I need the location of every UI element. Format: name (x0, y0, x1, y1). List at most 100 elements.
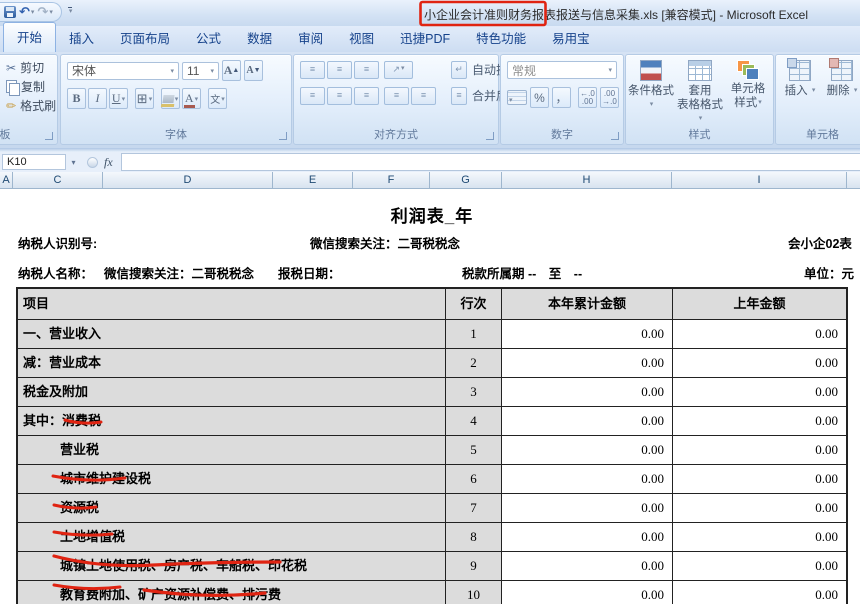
tab-yiyongbao[interactable]: 易用宝 (539, 24, 603, 52)
form-code-label[interactable]: 会小企02表 (788, 233, 852, 252)
tab-pdf[interactable]: 迅捷PDF (387, 24, 463, 52)
row-line-cell[interactable]: 2 (446, 349, 502, 377)
row-label-cell[interactable]: 一、营业收入 (18, 320, 446, 348)
tab-review[interactable]: 审阅 (285, 24, 336, 52)
save-icon[interactable] (4, 6, 16, 18)
grow-font-button[interactable]: A▲ (222, 60, 241, 81)
borders-button[interactable]: ⊞ (135, 88, 154, 109)
clipboard-dialog-launcher-icon[interactable] (45, 132, 53, 140)
tab-insert[interactable]: 插入 (56, 24, 107, 52)
italic-button[interactable]: I (88, 88, 107, 109)
column-header-c[interactable]: C (13, 172, 103, 188)
font-color-button[interactable]: A (182, 88, 201, 109)
row-prior-cell[interactable]: 0.00 (673, 581, 846, 604)
row-prior-cell[interactable]: 0.00 (673, 494, 846, 522)
row-label-cell[interactable]: 税金及附加 (18, 378, 446, 406)
name-box-dropdown-icon[interactable]: ▾ (66, 158, 81, 167)
row-current-cell[interactable]: 0.00 (502, 378, 673, 406)
wechat-note-top[interactable]: 微信搜索关注：二哥税税念 (310, 233, 460, 252)
row-line-cell[interactable]: 4 (446, 407, 502, 435)
row-line-cell[interactable]: 5 (446, 436, 502, 464)
phonetic-guide-button[interactable]: 文 (208, 88, 227, 109)
row-label-cell[interactable]: 土地增值税 (18, 523, 446, 551)
align-right-icon[interactable]: ≡ (354, 87, 379, 105)
row-current-cell[interactable]: 0.00 (502, 465, 673, 493)
taxpayer-name-label[interactable]: 纳税人名称： (18, 263, 93, 282)
accounting-format-icon[interactable] (507, 90, 527, 105)
row-current-cell[interactable]: 0.00 (502, 581, 673, 604)
shrink-font-button[interactable]: A▼ (244, 60, 263, 81)
align-bottom-icon[interactable]: ≡ (354, 61, 379, 79)
report-title-cell[interactable]: 利润表_年 (16, 202, 848, 227)
row-current-cell[interactable]: 0.00 (502, 320, 673, 348)
conditional-formatting-button[interactable]: 条件格式 (628, 60, 674, 112)
row-line-cell[interactable]: 10 (446, 581, 502, 604)
row-prior-cell[interactable]: 0.00 (673, 407, 846, 435)
increase-indent-icon[interactable]: ≡ (411, 87, 436, 105)
align-center-icon[interactable]: ≡ (327, 87, 352, 105)
formula-input[interactable] (121, 153, 860, 171)
header-prior-amount[interactable]: 上年金额 (673, 289, 846, 319)
copy-button[interactable]: 复制 (3, 77, 57, 96)
header-line-no[interactable]: 行次 (446, 289, 502, 319)
row-prior-cell[interactable]: 0.00 (673, 378, 846, 406)
row-current-cell[interactable]: 0.00 (502, 407, 673, 435)
row-line-cell[interactable]: 9 (446, 552, 502, 580)
column-header-g[interactable]: G (430, 172, 502, 188)
row-prior-cell[interactable]: 0.00 (673, 465, 846, 493)
row-line-cell[interactable]: 7 (446, 494, 502, 522)
column-header-i[interactable]: I (672, 172, 847, 188)
comma-style-button[interactable]: ， (552, 87, 571, 108)
header-item[interactable]: 项目 (18, 289, 446, 319)
font-size-combo[interactable]: 11 (182, 62, 219, 80)
row-label-cell[interactable]: 城市维护建设税 (18, 465, 446, 493)
row-label-cell[interactable]: 教育费附加、矿产资源补偿费、排污费 (18, 581, 446, 604)
row-line-cell[interactable]: 6 (446, 465, 502, 493)
row-current-cell[interactable]: 0.00 (502, 552, 673, 580)
row-current-cell[interactable]: 0.00 (502, 494, 673, 522)
row-label-cell[interactable]: 城镇土地使用税、房产税、车船税、印花税 (18, 552, 446, 580)
row-line-cell[interactable]: 1 (446, 320, 502, 348)
number-format-combo[interactable]: 常规 (507, 61, 617, 79)
row-prior-cell[interactable]: 0.00 (673, 320, 846, 348)
align-middle-icon[interactable]: ≡ (327, 61, 352, 79)
decrease-decimal-button[interactable]: .00 →.0 (600, 87, 619, 108)
format-as-table-button[interactable]: 套用 表格格式 (676, 60, 724, 126)
tab-data[interactable]: 数据 (234, 24, 285, 52)
row-label-cell[interactable]: 资源税 (18, 494, 446, 522)
redo-button[interactable]: ↷ (37, 5, 52, 19)
row-prior-cell[interactable]: 0.00 (673, 436, 846, 464)
undo-button[interactable]: ↶ (19, 5, 34, 19)
row-label-cell[interactable]: 其中：消费税 (18, 407, 446, 435)
row-label-cell[interactable]: 减：营业成本 (18, 349, 446, 377)
underline-button[interactable]: U (109, 88, 128, 109)
row-prior-cell[interactable]: 0.00 (673, 523, 846, 551)
tax-period-label[interactable]: 税款所属期 -- 至 -- (462, 263, 582, 282)
orientation-button[interactable]: ↗ (384, 61, 413, 79)
tab-view[interactable]: 视图 (336, 24, 387, 52)
alignment-dialog-launcher-icon[interactable] (486, 132, 494, 140)
row-prior-cell[interactable]: 0.00 (673, 552, 846, 580)
row-label-cell[interactable]: 营业税 (18, 436, 446, 464)
name-box[interactable]: K10 (2, 154, 66, 170)
tab-special-features[interactable]: 特色功能 (463, 24, 539, 52)
filing-date-label[interactable]: 报税日期： (278, 263, 341, 282)
row-current-cell[interactable]: 0.00 (502, 349, 673, 377)
bold-button[interactable]: B (67, 88, 86, 109)
insert-cells-button[interactable]: 插入 (782, 60, 818, 98)
fx-icon[interactable]: fx (104, 155, 113, 170)
number-dialog-launcher-icon[interactable] (611, 132, 619, 140)
column-header-d[interactable]: D (103, 172, 273, 188)
column-header-e[interactable]: E (273, 172, 353, 188)
unit-label[interactable]: 单位：元 (804, 263, 854, 282)
font-name-combo[interactable]: 宋体 (67, 62, 179, 80)
cut-button[interactable]: ✂ 剪切 (3, 58, 57, 77)
row-line-cell[interactable]: 3 (446, 378, 502, 406)
customize-qat-button[interactable] (68, 7, 73, 17)
tab-home[interactable]: 开始 (3, 22, 56, 52)
align-left-icon[interactable]: ≡ (300, 87, 325, 105)
tab-formulas[interactable]: 公式 (183, 24, 234, 52)
taxpayer-name-value[interactable]: 微信搜索关注：二哥税税念 (104, 263, 254, 282)
column-header-j-sliver[interactable] (847, 172, 860, 188)
tab-page-layout[interactable]: 页面布局 (107, 24, 183, 52)
